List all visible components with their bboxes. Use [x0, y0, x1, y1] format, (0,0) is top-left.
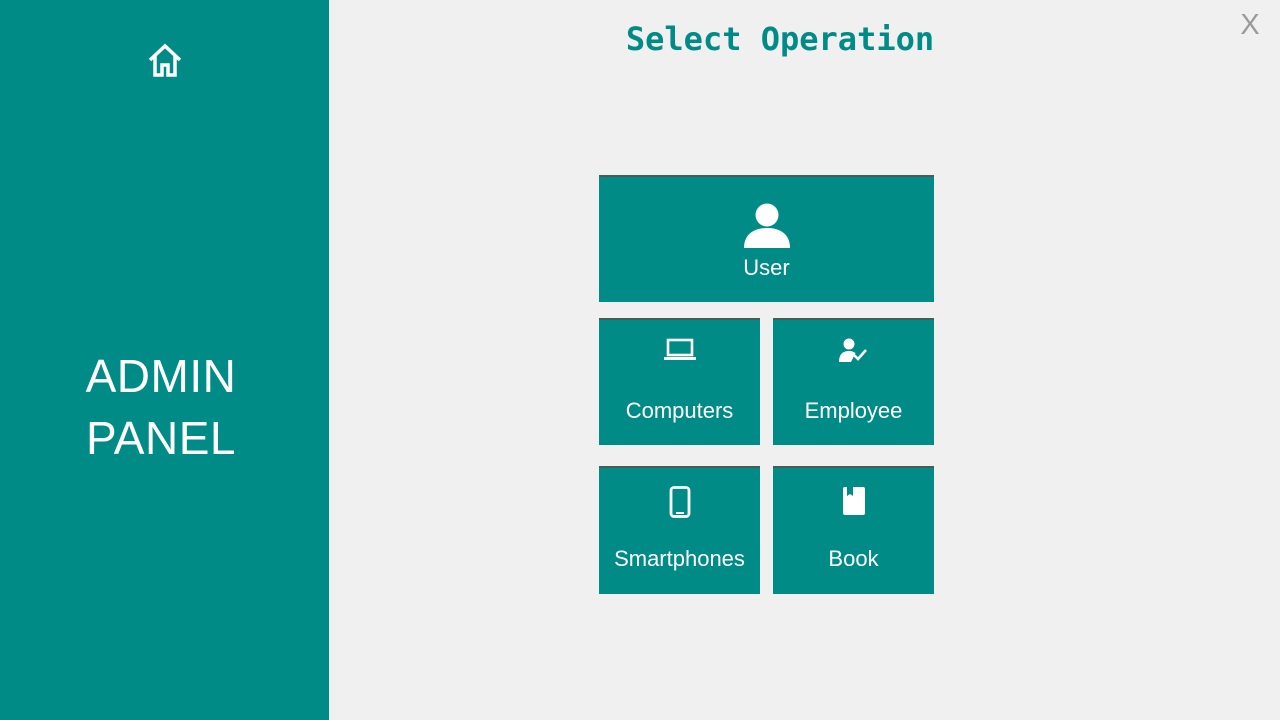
user-tile-button[interactable]: User	[599, 175, 934, 302]
computers-tile-label: Computers	[625, 398, 734, 423]
user-tile-label: User	[743, 255, 790, 280]
person-check-icon	[838, 338, 867, 362]
book-tile-label: Book	[828, 546, 879, 571]
employee-tile-button[interactable]: Employee	[773, 318, 934, 445]
home-icon	[148, 43, 182, 77]
smartphones-tile-label: Smartphones	[614, 546, 745, 571]
admin-panel-title-line2: PANEL	[86, 412, 236, 464]
book-icon	[842, 487, 865, 515]
book-tile-button[interactable]: Book	[773, 466, 934, 594]
person-icon	[743, 203, 790, 248]
computers-tile-button[interactable]: Computers	[599, 318, 760, 445]
smartphone-icon	[669, 486, 690, 518]
admin-panel-title-line1: ADMIN	[85, 350, 237, 402]
employee-tile-label: Employee	[804, 398, 903, 423]
close-button[interactable]: X	[1236, 8, 1264, 42]
admin-panel-title: ADMIN PANEL	[0, 345, 322, 469]
page-title: Select Operation	[625, 20, 935, 58]
sidebar: ADMIN PANEL	[0, 0, 329, 720]
home-button[interactable]	[145, 41, 185, 79]
smartphones-tile-button[interactable]: Smartphones	[599, 466, 760, 594]
laptop-icon	[663, 338, 696, 360]
